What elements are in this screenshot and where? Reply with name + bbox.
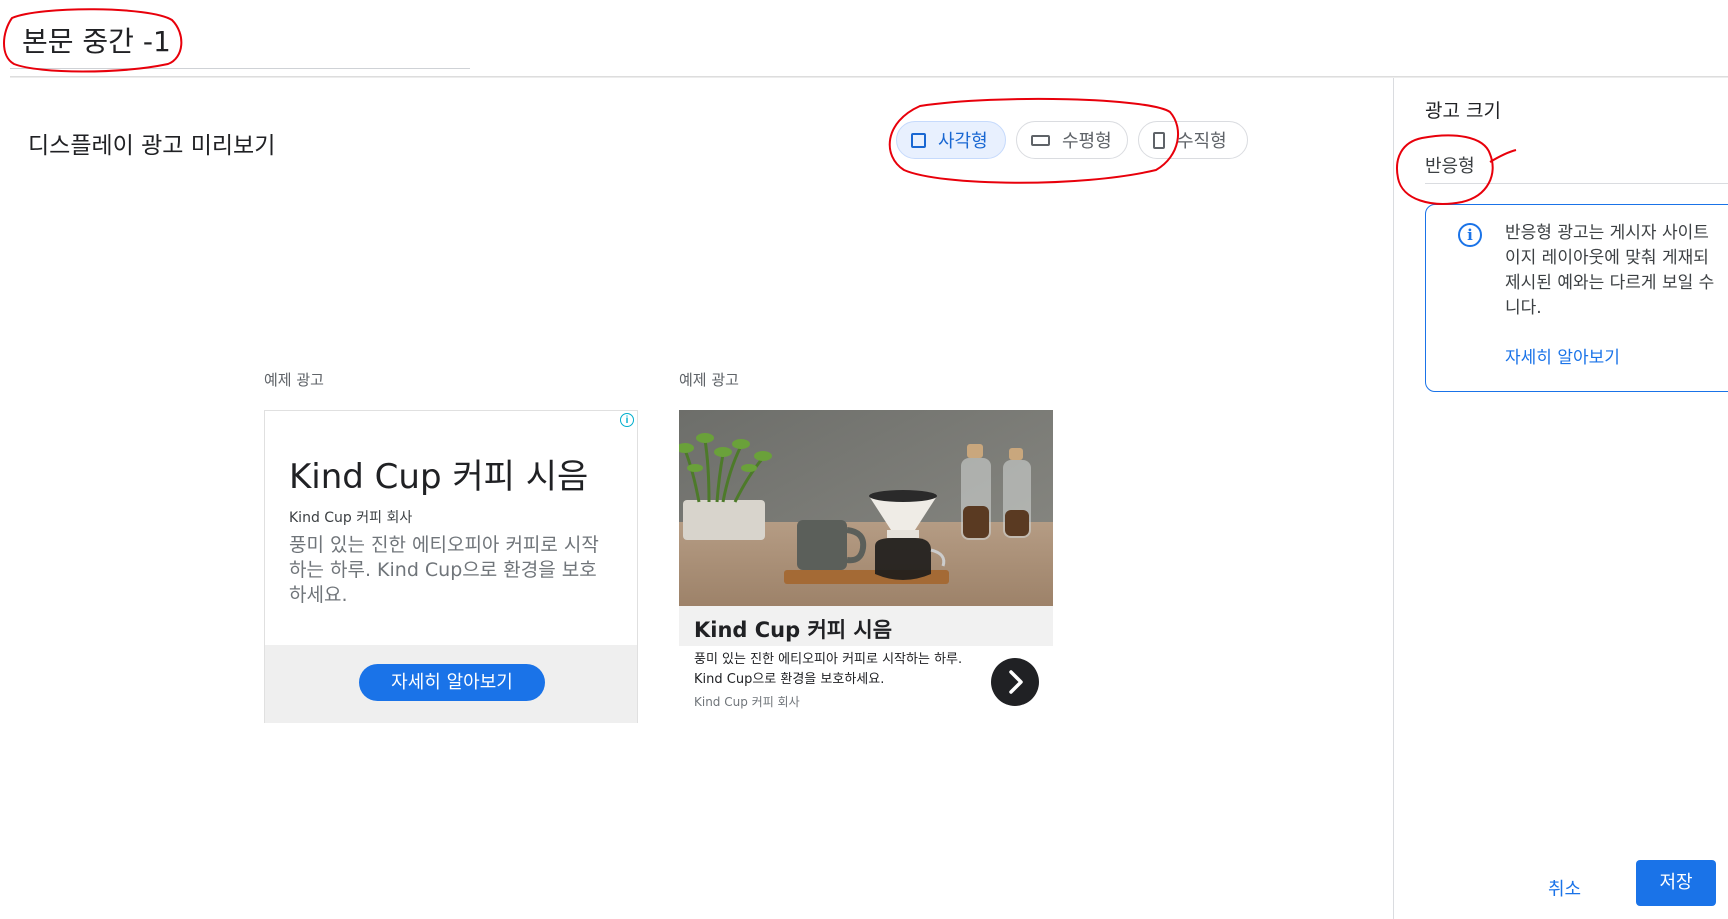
vertical-rectangle-icon	[1153, 131, 1165, 149]
sample-ad-label: 예제 광고	[264, 371, 324, 389]
sample-ad-text[interactable]: i Kind Cup 커피 시음 Kind Cup 커피 회사 풍미 있는 진한…	[264, 410, 638, 723]
horizontal-rectangle-icon	[1031, 134, 1050, 146]
panel-title: 광고 크기	[1425, 100, 1501, 122]
ad-description: 풍미 있는 진한 에티오피아 커피로 시작하는 하루. Kind Cup으로 환…	[289, 534, 599, 606]
shape-square-button[interactable]: 사각형	[896, 121, 1006, 159]
shape-label: 사각형	[938, 131, 988, 152]
learn-more-button[interactable]: 자세히 알아보기	[359, 664, 545, 701]
ad-size-select[interactable]: 반응형	[1425, 152, 1475, 178]
shape-horizontal-button[interactable]: 수평형	[1016, 121, 1128, 159]
page-title: 본문 중간 -1	[22, 25, 171, 58]
square-icon	[911, 132, 926, 148]
cancel-button[interactable]: 취소	[1548, 875, 1581, 901]
select-underline	[1425, 183, 1728, 184]
ad-company: Kind Cup 커피 회사	[694, 695, 800, 709]
responsive-info-box: i 반응형 광고는 게시자 사이트 이지 레이아웃에 맞춰 게재되 제시된 예와…	[1425, 204, 1728, 392]
shape-label: 수직형	[1177, 131, 1227, 152]
ad-size-panel: 광고 크기 반응형 i 반응형 광고는 게시자 사이트 이지 레이아웃에 맞춰 …	[1393, 78, 1728, 919]
sample-ad-image[interactable]: Kind Cup 커피 시음 풍미 있는 진한 에티오피아 커피로 시작하는 하…	[679, 410, 1053, 723]
ad-headline: Kind Cup 커피 시음	[694, 618, 893, 642]
learn-more-link[interactable]: 자세히 알아보기	[1505, 343, 1620, 368]
shape-label: 수평형	[1062, 131, 1112, 152]
ad-cta-band: 자세히 알아보기	[265, 645, 637, 723]
ad-description: 풍미 있는 진한 에티오피아 커피로 시작하는 하루. Kind Cup으로 환…	[694, 652, 963, 687]
save-button[interactable]: 저장	[1636, 860, 1716, 906]
info-icon: i	[1458, 223, 1482, 247]
title-underline	[10, 68, 470, 69]
shape-vertical-button[interactable]: 수직형	[1138, 121, 1248, 159]
sample-ad-label: 예제 광고	[679, 371, 739, 389]
next-button[interactable]	[991, 658, 1039, 706]
top-bar: 본문 중간 -1	[0, 0, 1728, 76]
info-text: 반응형 광고는 게시자 사이트 이지 레이아웃에 맞춰 게재되 제시된 예와는 …	[1505, 223, 1715, 318]
adchoices-icon[interactable]: i	[620, 413, 634, 427]
ad-company: Kind Cup 커피 회사	[289, 510, 413, 526]
ad-headline-band: Kind Cup 커피 시음	[679, 606, 1053, 646]
ad-headline: Kind Cup 커피 시음	[289, 457, 589, 497]
chevron-right-icon	[1009, 670, 1023, 694]
preview-heading: 디스플레이 광고 미리보기	[28, 133, 276, 159]
coffee-photo	[679, 410, 1053, 606]
